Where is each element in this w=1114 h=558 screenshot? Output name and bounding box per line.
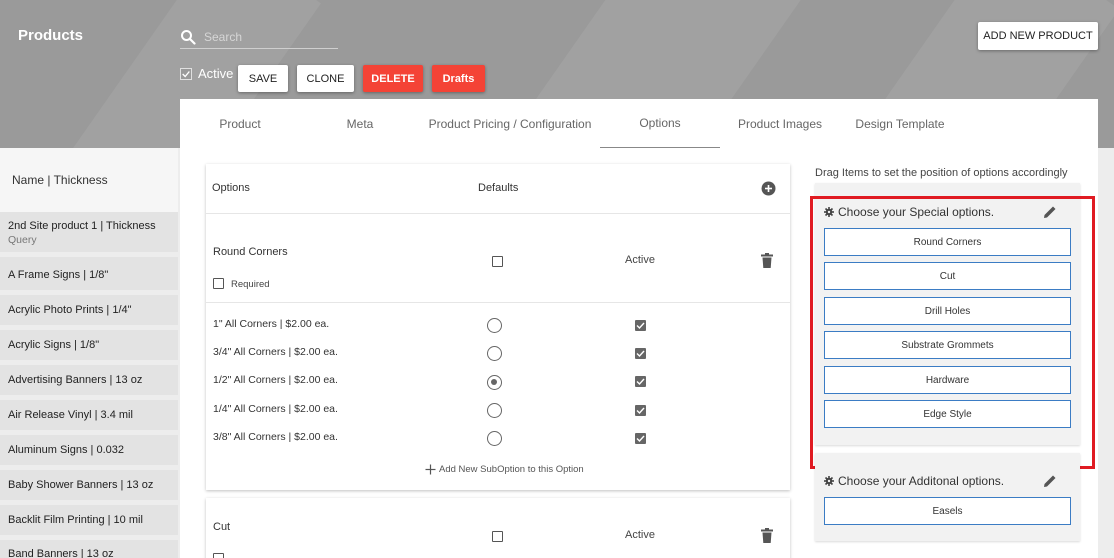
option-name: Round Corners (213, 246, 288, 258)
list-item[interactable]: Band Banners | 13 oz (0, 540, 178, 558)
list-item[interactable]: 2nd Site product 1 | Thickness Query (0, 212, 178, 252)
clone-button[interactable]: CLONE (297, 65, 354, 92)
suboption-active-checkbox[interactable] (635, 320, 646, 331)
option-name: Cut (213, 521, 231, 533)
list-item[interactable]: A Frame Signs | 1/8" (0, 257, 178, 290)
suboption-default-radio[interactable] (487, 318, 502, 333)
drag-instruction: Drag Items to set the position of option… (815, 167, 1068, 179)
suboption-active-checkbox[interactable] (635, 348, 646, 359)
list-item[interactable]: Baby Shower Banners | 13 oz (0, 470, 178, 500)
suboption-label: 1/4" All Corners | $2.00 ea. (213, 403, 338, 415)
suboption-label: 1/2" All Corners | $2.00 ea. (213, 374, 338, 386)
tab-options[interactable]: Options (600, 99, 720, 148)
suboption-active-checkbox[interactable] (635, 405, 646, 416)
suboption-default-radio[interactable] (487, 375, 502, 390)
list-item[interactable]: Backlit Film Printing | 10 mil (0, 505, 178, 535)
suboption-label: 1" All Corners | $2.00 ea. (213, 318, 330, 330)
highlight-box (810, 196, 1095, 469)
suboption-default-radio[interactable] (487, 403, 502, 418)
suboption-label: 3/8" All Corners | $2.00 ea. (213, 431, 338, 443)
active-label: Active (198, 66, 234, 81)
divider (206, 213, 790, 214)
add-suboption-link[interactable]: Add New SubOption to this Option (425, 464, 584, 475)
suboption-default-radio[interactable] (487, 346, 502, 361)
list-header-label: Name | Thickness (12, 173, 108, 187)
plus-icon (425, 464, 436, 475)
tab-design-template[interactable]: Design Template (840, 99, 960, 148)
tab-meta[interactable]: Meta (300, 99, 420, 148)
suboption-active-checkbox[interactable] (635, 376, 646, 387)
tab-pricing[interactable]: Product Pricing / Configuration (420, 99, 600, 148)
list-item[interactable]: Acrylic Signs | 1/8" (0, 330, 178, 360)
option-default-checkbox[interactable] (492, 256, 503, 267)
list-item[interactable]: Acrylic Photo Prints | 1/4" (0, 295, 178, 325)
edit-pencil-icon[interactable] (1043, 474, 1057, 488)
add-option-icon[interactable] (761, 181, 776, 196)
list-item[interactable]: Advertising Banners | 13 oz (0, 365, 178, 395)
page-title: Products (18, 27, 84, 44)
group-title: Choose your Additonal options. (824, 474, 1004, 488)
option-status: Active (625, 254, 655, 266)
tab-product[interactable]: Product (180, 99, 300, 148)
add-new-product-button[interactable]: ADD NEW PRODUCT (978, 22, 1098, 50)
list-item[interactable]: Aluminum Signs | 0.032 (0, 435, 178, 465)
suboption-active-checkbox[interactable] (635, 433, 646, 444)
save-button[interactable]: SAVE (238, 65, 288, 92)
suboption-label: 3/4" All Corners | $2.00 ea. (213, 346, 338, 358)
col-options-header: Options (212, 182, 250, 194)
option-default-checkbox[interactable] (492, 531, 503, 542)
drafts-button[interactable]: Drafts (432, 65, 485, 92)
option-item[interactable]: Easels (824, 497, 1071, 525)
list-item[interactable]: Air Release Vinyl | 3.4 mil (0, 400, 178, 430)
divider (206, 302, 790, 303)
option-card-cut (206, 498, 790, 558)
tab-bar: Product Meta Product Pricing / Configura… (180, 99, 1098, 149)
delete-button[interactable]: DELETE (363, 65, 423, 92)
gear-icon (824, 476, 834, 486)
tab-product-images[interactable]: Product Images (720, 99, 840, 148)
required-checkbox[interactable] (213, 553, 224, 558)
trash-icon[interactable] (761, 253, 773, 268)
col-defaults-header: Defaults (478, 182, 519, 194)
trash-icon[interactable] (761, 528, 773, 543)
suboption-default-radio[interactable] (487, 431, 502, 446)
add-suboption-label: Add New SubOption to this Option (439, 464, 584, 475)
option-status: Active (625, 529, 655, 541)
required-label: Required (231, 279, 270, 290)
search-input[interactable] (204, 27, 334, 47)
search-icon (181, 30, 196, 45)
product-list-header: Name | Thickness (0, 148, 178, 212)
search-box (180, 25, 338, 49)
active-checkbox[interactable] (180, 68, 192, 80)
required-checkbox[interactable] (213, 278, 224, 289)
